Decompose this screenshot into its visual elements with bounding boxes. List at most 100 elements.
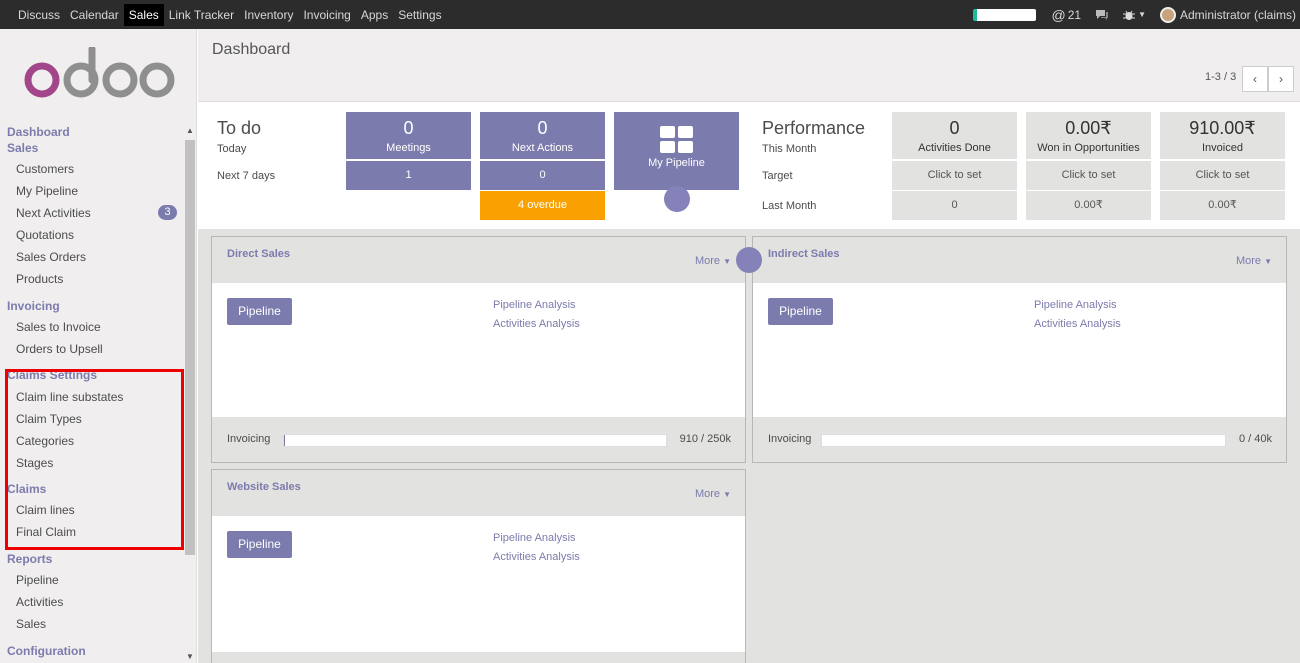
scrollbar-thumb[interactable] [185,140,195,555]
activities-last-month: 0 [892,191,1017,220]
team-card-direct-sales[interactable]: Direct Sales More ▼ Pipeline Pipeline An… [211,236,746,463]
pager-next-button[interactable]: › [1268,66,1294,92]
won-value: 0.00₹ [1065,118,1112,138]
more-dropdown[interactable]: More ▼ [1236,255,1272,267]
activities-analysis-link[interactable]: Activities Analysis [493,551,580,563]
activities-analysis-link[interactable]: Activities Analysis [1034,318,1121,330]
next-actions-tile[interactable]: 0 Next Actions [480,112,605,159]
invoiced-target-button[interactable]: Click to set [1160,161,1285,190]
sidebar-item-customers[interactable]: Customers [16,162,74,176]
chat-button[interactable] [1095,9,1109,21]
at-icon: @ [1051,6,1066,23]
won-target-button[interactable]: Click to set [1026,161,1151,190]
pager-value[interactable]: 1-3 / 3 [1205,71,1236,83]
invoiced-tile[interactable]: 910.00₹ Invoiced [1160,112,1285,159]
overdue-button[interactable]: 4 overdue [480,191,605,220]
sidebar: ▲ ▼ Dashboard Sales Customers My Pipelin… [0,29,197,663]
pager-previous-button[interactable]: ‹ [1242,66,1268,92]
scroll-up-icon[interactable]: ▲ [186,126,194,135]
next-activities-badge: 3 [158,205,177,220]
pipeline-button[interactable]: Pipeline [768,298,833,325]
won-tile[interactable]: 0.00₹ Won in Opportunities [1026,112,1151,159]
menu-calendar[interactable]: Calendar [65,4,124,26]
sidebar-section-invoicing: Invoicing [7,299,60,313]
this-month-label: This Month [762,143,817,155]
meetings-label: Meetings [386,142,431,154]
menu-link-tracker[interactable]: Link Tracker [164,4,239,26]
activities-analysis-link[interactable]: Activities Analysis [493,318,580,330]
team-name[interactable]: Direct Sales [227,248,290,260]
sidebar-section-configuration: Configuration [7,644,86,658]
pipeline-analysis-link[interactable]: Pipeline Analysis [1034,299,1117,311]
next-actions-count: 0 [537,118,548,138]
sidebar-section-reports: Reports [7,552,53,566]
sidebar-item-sales-orders[interactable]: Sales Orders [16,250,86,264]
page-title: Dashboard [212,41,291,58]
scroll-down-icon[interactable]: ▼ [186,652,194,661]
menu-sales[interactable]: Sales [123,3,164,26]
menu-inventory[interactable]: Inventory [239,4,298,26]
sidebar-item-report-activities[interactable]: Activities [16,595,63,609]
activities-done-tile[interactable]: 0 Activities Done [892,112,1017,159]
menu-discuss[interactable]: Discuss [13,4,65,26]
invoicing-progress-fill [284,435,286,446]
meetings-next7[interactable]: 1 [346,161,471,190]
sidebar-item-sales-to-invoice[interactable]: Sales to Invoice [16,320,101,334]
chevron-down-icon: ▼ [1138,10,1146,19]
activities-target-button[interactable]: Click to set [892,161,1017,190]
invoiced-value: 910.00₹ [1189,118,1256,138]
cursor-dot [736,247,762,273]
caret-down-icon: ▼ [723,490,731,499]
onboarding-progress[interactable] [973,8,1037,21]
sidebar-dashboard[interactable]: Dashboard [7,125,70,139]
bug-icon [1123,10,1136,20]
invoiced-last-month: 0.00₹ [1160,191,1285,220]
sidebar-item-report-sales[interactable]: Sales [16,617,46,631]
chevron-left-icon: ‹ [1253,72,1257,86]
sidebar-scrollbar[interactable]: ▲ ▼ [184,126,196,663]
won-last-month: 0.00₹ [1026,191,1151,220]
card-header [212,237,745,283]
sidebar-item-orders-to-upsell[interactable]: Orders to Upsell [16,342,103,356]
invoicing-value: 0 / 40k [1238,433,1272,445]
sidebar-item-my-pipeline[interactable]: My Pipeline [16,184,78,198]
highlight-box [5,369,184,550]
team-name[interactable]: Website Sales [227,481,301,493]
sidebar-item-products[interactable]: Products [16,272,63,286]
sidebar-section-sales: Sales [7,141,39,155]
menu-apps[interactable]: Apps [356,4,393,26]
chat-icon [1096,9,1109,20]
invoicing-progress-bar [821,434,1226,447]
grid-icon [659,126,693,153]
card-footer: Invoicing 0 / 40k [753,417,1286,462]
team-name[interactable]: Indirect Sales [768,248,840,260]
pipeline-analysis-link[interactable]: Pipeline Analysis [493,299,576,311]
more-dropdown[interactable]: More ▼ [695,488,731,500]
sidebar-item-quotations[interactable]: Quotations [16,228,74,242]
sidebar-item-next-activities[interactable]: Next Activities [16,206,91,220]
more-label: More [694,255,721,267]
invoicing-label: Invoicing [227,433,271,445]
user-menu[interactable]: Administrator (claims) [1159,6,1296,23]
more-dropdown[interactable]: More ▼ [695,255,731,267]
my-pipeline-tile[interactable]: My Pipeline [614,112,739,190]
menu-invoicing[interactable]: Invoicing [298,4,355,26]
todo-next7-label: Next 7 days [217,170,276,182]
pipeline-button[interactable]: Pipeline [227,531,292,558]
team-card-indirect-sales[interactable]: Indirect Sales More ▼ Pipeline Pipeline … [752,236,1287,463]
meetings-count: 0 [403,118,414,138]
debug-button[interactable]: ▼ [1123,9,1146,21]
pipeline-button[interactable]: Pipeline [227,298,292,325]
team-card-website-sales[interactable]: Website Sales More ▼ Pipeline Pipeline A… [211,469,746,663]
meetings-tile[interactable]: 0 Meetings [346,112,471,159]
mentions-button[interactable]: @ 21 [1051,7,1081,23]
sidebar-item-report-pipeline[interactable]: Pipeline [16,573,59,587]
app-menu: Discuss Calendar Sales Link Tracker Inve… [13,0,447,29]
card-header [212,470,745,516]
pipeline-analysis-link[interactable]: Pipeline Analysis [493,532,576,544]
menu-settings[interactable]: Settings [393,4,446,26]
next-actions-next7[interactable]: 0 [480,161,605,190]
my-pipeline-label: My Pipeline [648,157,705,169]
caret-down-icon: ▼ [723,257,731,266]
more-label: More [1235,255,1262,267]
